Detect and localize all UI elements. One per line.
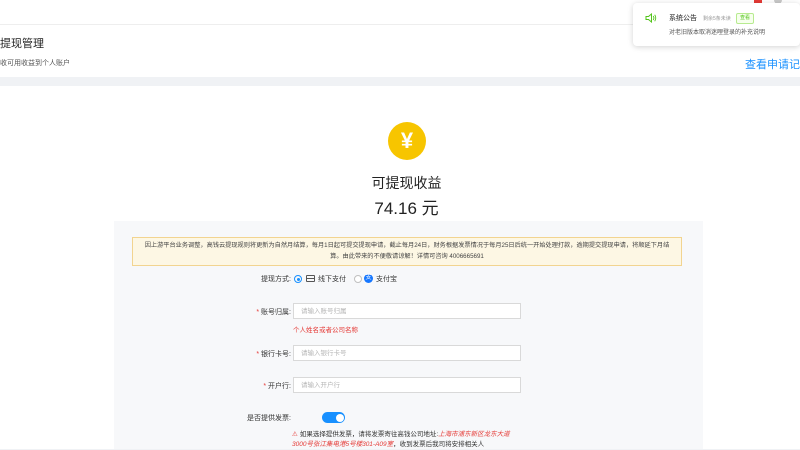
- system-announcement-toast[interactable]: 系统公告 剩余5条未读 查看 对老旧版本取消迷哩登录的补充说明: [633, 3, 800, 46]
- invoice-warning: ⚠ 如果选择提供发票，请将发票寄往高钱公司地址:上海市浦东新区龙东大道3000号张…: [292, 430, 524, 450]
- withdrawable-label: 可提现收益: [371, 175, 442, 191]
- withdrawable-amount: 74.16 元: [374, 199, 439, 218]
- bank-card-input[interactable]: [293, 345, 521, 361]
- account-hint: 个人姓名或者公司名称: [293, 327, 358, 334]
- view-records-link[interactable]: 查看申请记: [745, 56, 800, 72]
- invoice-label: 是否提供发票:: [247, 415, 291, 422]
- toast-message[interactable]: 对老旧版本取消迷哩登录的补充说明: [669, 27, 765, 36]
- warning-icon: ⚠: [292, 431, 298, 438]
- account-label: * 账号归属:: [256, 309, 291, 316]
- switch-knob: [335, 413, 344, 422]
- account-input[interactable]: [293, 303, 521, 319]
- speaker-icon: [645, 13, 657, 23]
- yuan-icon: ¥: [388, 122, 426, 160]
- bank-branch-label: * 开户行:: [263, 383, 291, 390]
- page-description: 收可用收益到个人账户: [0, 60, 70, 67]
- toast-view-button[interactable]: 查看: [736, 13, 755, 24]
- page-title: 提现管理: [0, 38, 44, 50]
- toast-unread: 剩余5条未读: [703, 16, 731, 22]
- warning-prefix: 如果选择提供发票，请将发票寄往高钱公司地址:: [299, 431, 439, 438]
- bank-branch-input[interactable]: [293, 377, 521, 393]
- bank-card-label: * 银行卡号:: [256, 351, 291, 358]
- invoice-switch[interactable]: [322, 412, 345, 423]
- warning-suffix: ，收到发票后我司将安排相关人: [393, 441, 485, 448]
- form-rows: *账号归属: 个人姓名或者公司名称 *银行卡号: *开户行: 是否提供发票: ⚠…: [114, 221, 703, 449]
- toast-title: 系统公告: [669, 15, 697, 22]
